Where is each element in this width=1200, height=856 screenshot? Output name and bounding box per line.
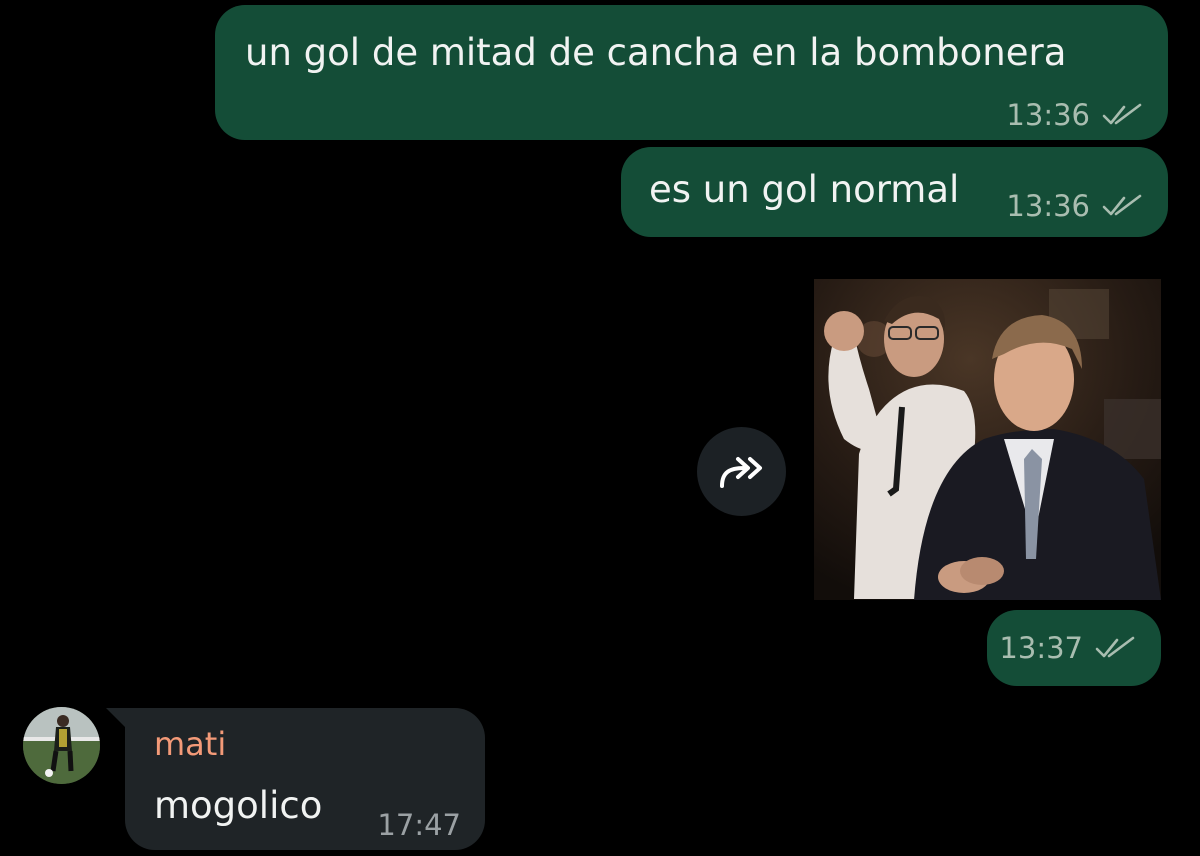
message-meta: 13:36: [1006, 189, 1142, 223]
chat-conversation: un gol de mitad de cancha en la bomboner…: [0, 0, 1200, 856]
message-meta: 13:37: [999, 631, 1135, 665]
message-text: es un gol normal: [649, 168, 960, 211]
message-time: 13:36: [1006, 98, 1090, 132]
double-check-icon: [1102, 194, 1142, 216]
double-check-icon: [1095, 636, 1135, 658]
message-meta: 17:47: [377, 808, 461, 842]
sender-name[interactable]: mati: [154, 724, 226, 764]
double-check-icon: [1102, 103, 1142, 125]
gif-image: [814, 279, 1161, 600]
forward-icon: [719, 456, 762, 488]
outgoing-message-bubble[interactable]: es un gol normal 13:36: [621, 147, 1168, 237]
gif-media[interactable]: [814, 279, 1161, 600]
message-time: 13:37: [999, 631, 1083, 665]
message-time: 17:47: [377, 808, 461, 842]
incoming-message-bubble[interactable]: mati mogolico 17:47: [125, 708, 485, 850]
forward-button[interactable]: [697, 427, 786, 516]
message-time: 13:36: [1006, 189, 1090, 223]
avatar-image: [23, 707, 100, 784]
message-text: un gol de mitad de cancha en la bomboner…: [245, 31, 1067, 74]
message-meta: 13:36: [1006, 98, 1142, 132]
outgoing-message-bubble[interactable]: 13:37: [987, 610, 1161, 686]
message-text: mogolico: [154, 784, 323, 827]
avatar[interactable]: [23, 707, 100, 784]
outgoing-message-bubble[interactable]: un gol de mitad de cancha en la bomboner…: [215, 5, 1168, 140]
